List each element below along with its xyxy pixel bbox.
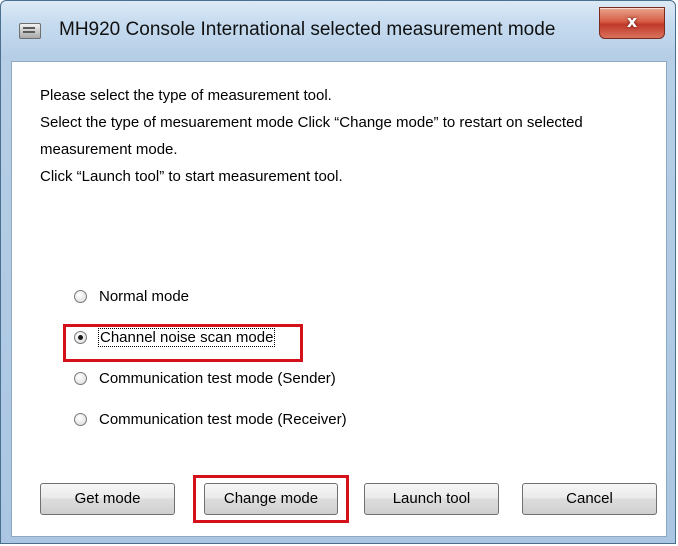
app-window-icon [19,23,41,39]
get-mode-button[interactable]: Get mode [40,483,175,515]
instruction-line-4: Click “Launch tool” to start measurement… [40,168,343,185]
radio-communication-test-receiver[interactable]: Communication test mode (Receiver) [74,407,347,431]
radio-communication-test-sender[interactable]: Communication test mode (Sender) [74,366,336,390]
instruction-line-3: measurement mode. [40,141,178,158]
radio-normal-mode[interactable]: Normal mode [74,284,189,308]
dialog-content: Please select the type of measurement to… [11,61,667,537]
radio-button-icon[interactable] [74,412,87,426]
title-bar[interactable]: MH920 Console International selected mea… [1,1,675,59]
close-button[interactable]: x [599,7,665,39]
close-icon: x [626,12,638,31]
launch-tool-button[interactable]: Launch tool [364,483,499,515]
radio-label: Channel noise scan mode [97,327,276,347]
radio-label: Communication test mode (Receiver) [99,410,347,428]
radio-label: Normal mode [99,287,190,305]
radio-button-icon[interactable] [74,371,87,385]
instructions: Please select the type of measurement to… [40,82,660,190]
radio-label: Communication test mode (Sender) [99,369,336,387]
instruction-line-1: Please select the type of measurement to… [40,87,332,104]
instruction-line-2: Select the type of mesuarement mode Clic… [40,114,583,131]
dialog-window: MH920 Console International selected mea… [0,0,676,544]
cancel-button[interactable]: Cancel [522,483,657,515]
change-mode-button[interactable]: Change mode [204,483,338,515]
radio-channel-noise-scan-mode[interactable]: Channel noise scan mode [74,325,276,349]
radio-button-selected-icon[interactable] [74,330,87,344]
window-title: MH920 Console International selected mea… [59,19,556,40]
radio-button-icon[interactable] [74,289,87,303]
